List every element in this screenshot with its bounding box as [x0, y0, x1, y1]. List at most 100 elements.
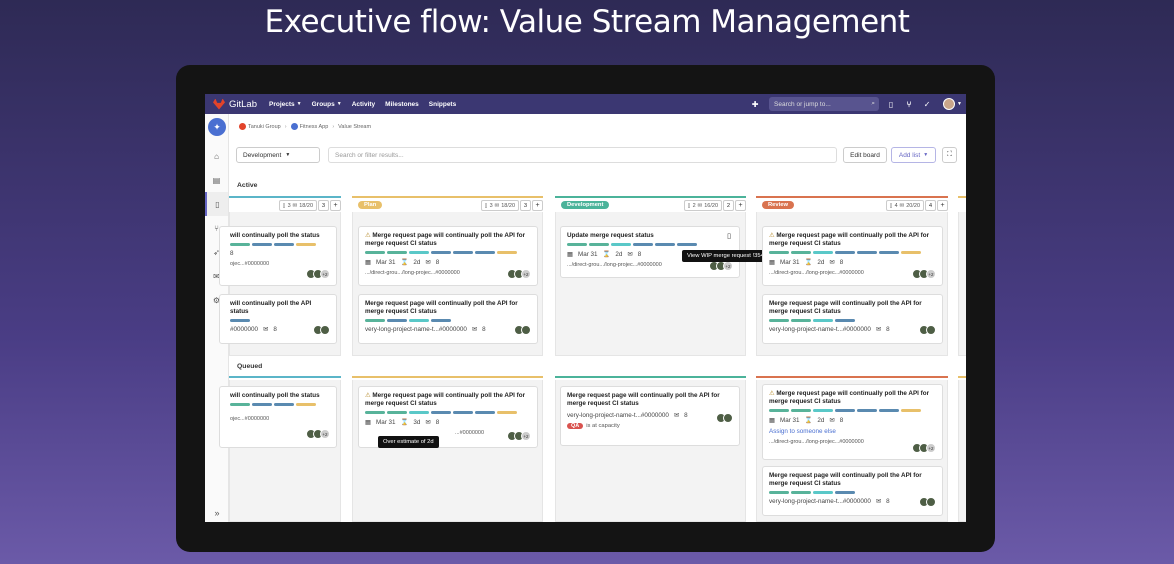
- column-header-plan: Plan ▯ 3 ✉ 18/20 3 +: [352, 196, 543, 212]
- column-count: 2: [723, 200, 734, 211]
- issue-card[interactable]: will continually poll the API status #00…: [219, 294, 337, 344]
- search-input[interactable]: Search or jump to... ⌕: [769, 97, 880, 111]
- avatar: [926, 325, 936, 335]
- issue-card[interactable]: Merge request page will continually poll…: [560, 386, 740, 446]
- estimate-tooltip: Over estimate of 2d: [378, 436, 439, 448]
- comment-icon: ✉: [471, 326, 478, 333]
- issue-card[interactable]: ⚠ Merge request page will continually po…: [762, 226, 943, 286]
- calendar-icon: ▦: [365, 258, 371, 266]
- column-count: 4: [925, 200, 936, 211]
- chevron-down-icon: ▼: [285, 152, 291, 158]
- add-issue-button[interactable]: +: [532, 200, 543, 211]
- search-icon: ⌕: [871, 100, 876, 107]
- plus-icon[interactable]: ✚: [749, 98, 761, 110]
- nav-snippets[interactable]: Snippets: [429, 101, 456, 108]
- breadcrumb-project[interactable]: Fitness App: [300, 124, 329, 130]
- column-header-partial: [958, 196, 966, 212]
- issue-card[interactable]: will continually poll the status 8 ojec.…: [219, 226, 337, 286]
- breadcrumb-current[interactable]: Value Stream: [338, 124, 371, 130]
- todo-icon[interactable]: ✓: [921, 98, 933, 110]
- issue-card[interactable]: Merge request page will continually poll…: [762, 294, 943, 344]
- group-avatar: [239, 123, 246, 130]
- add-issue-button[interactable]: +: [937, 200, 948, 211]
- tanuki-icon: [213, 98, 225, 110]
- chevron-down-icon: ▼: [957, 101, 962, 107]
- column-stats: ▯ 3 ✉ 18/20: [480, 200, 519, 211]
- comment-icon: ✉: [425, 418, 431, 426]
- top-navbar: GitLab Projects ▼ Groups ▼ Activity Milest…: [205, 94, 966, 114]
- column-body: [958, 212, 966, 356]
- merge-request-icon[interactable]: ▯: [727, 232, 731, 240]
- fullscreen-button[interactable]: ⛶: [942, 147, 957, 163]
- nav-activity[interactable]: Activity: [352, 101, 375, 108]
- column-stats: ▯ 2 ✉ 16/20: [683, 200, 722, 211]
- column-stats: ▯ 3 ✉ 18/20: [278, 200, 317, 211]
- filter-input[interactable]: Search or filter results...: [328, 147, 837, 163]
- comment-icon: ✉: [263, 326, 269, 333]
- avatar-more: +2: [926, 443, 936, 453]
- app-screen: GitLab Projects ▼ Groups ▼ Activity Milest…: [205, 94, 966, 522]
- chevron-down-icon: ▼: [336, 101, 342, 107]
- comment-icon: ✉: [425, 258, 431, 266]
- column-header-development: Development ▯ 2 ✉ 16/20 2 +: [555, 196, 746, 212]
- avatar-more: +2: [521, 431, 531, 441]
- nav-groups[interactable]: Groups ▼: [312, 101, 342, 108]
- issue-card[interactable]: will continually poll the status ojec...…: [219, 386, 337, 448]
- chevron-down-icon: ▼: [296, 101, 302, 107]
- board-select[interactable]: Development ▼: [236, 147, 320, 163]
- avatar-more: +2: [926, 269, 936, 279]
- project-avatar[interactable]: ✦: [208, 118, 226, 136]
- add-list-button[interactable]: Add list ▼: [891, 147, 936, 163]
- column-label: Plan: [358, 201, 383, 209]
- collapse-sidebar-icon[interactable]: »: [205, 508, 229, 518]
- column-count: 3: [318, 200, 329, 211]
- add-issue-button[interactable]: +: [735, 200, 746, 211]
- comment-icon: ✉: [829, 416, 835, 424]
- issue-card[interactable]: Merge request page will continually poll…: [762, 466, 943, 516]
- comment-icon: ✉: [673, 412, 680, 419]
- comment-icon: ✉: [875, 498, 882, 505]
- column-label: Review: [762, 201, 794, 209]
- nav-projects[interactable]: Projects ▼: [269, 101, 302, 108]
- gitlab-logo[interactable]: GitLab: [213, 98, 257, 110]
- section-active: Active: [237, 182, 258, 189]
- hourglass-icon: ⌛: [804, 417, 813, 424]
- issues-icon[interactable]: ▯: [885, 98, 897, 110]
- wip-tooltip: View WIP merge request !3543: [682, 250, 773, 262]
- avatar-more: +2: [521, 269, 531, 279]
- hourglass-icon: ⌛: [602, 251, 611, 258]
- avatar-more: +2: [320, 269, 330, 279]
- column-label: Development: [561, 201, 610, 209]
- issue-card[interactable]: ⚠ Merge request page will continually po…: [358, 226, 538, 286]
- breadcrumb: Tanuki Group › Fitness App › Value Strea…: [239, 123, 371, 130]
- avatar: [723, 413, 733, 423]
- avatar: [320, 325, 330, 335]
- breadcrumb-group[interactable]: Tanuki Group: [248, 124, 281, 130]
- avatar-more: +2: [320, 429, 330, 439]
- user-avatar[interactable]: [943, 98, 956, 110]
- issue-card[interactable]: Merge request page will continually poll…: [358, 294, 538, 344]
- hourglass-icon: ⌛: [400, 259, 409, 266]
- nav-milestones[interactable]: Milestones: [385, 101, 419, 108]
- headline: Executive flow: Value Stream Management: [264, 4, 910, 40]
- brand-name: GitLab: [229, 98, 257, 110]
- column-header: ▯ 3 ✉ 18/20 3 +: [229, 196, 341, 212]
- assign-link[interactable]: Assign to someone else: [769, 428, 936, 435]
- column-count: 3: [520, 200, 531, 211]
- section-queued: Queued: [237, 363, 263, 370]
- home-icon[interactable]: ⌂: [205, 144, 228, 168]
- hourglass-icon: ⌛: [804, 259, 813, 266]
- comment-icon: ✉: [875, 326, 882, 333]
- chevron-down-icon: ▼: [923, 152, 929, 158]
- expand-icon: ⛶: [947, 151, 952, 158]
- repository-icon[interactable]: ▤: [205, 168, 228, 192]
- avatar: [521, 325, 531, 335]
- edit-board-button[interactable]: Edit board: [843, 147, 887, 163]
- merge-request-icon[interactable]: ⑂: [903, 98, 915, 110]
- project-avatar: [290, 123, 298, 130]
- issue-card[interactable]: ⚠ Merge request page will continually po…: [762, 384, 943, 460]
- add-issue-button[interactable]: +: [330, 200, 341, 211]
- issues-icon[interactable]: ▯: [205, 192, 228, 216]
- column-header-review: Review ▯ 4 ✉ 20/20 4 +: [756, 196, 948, 212]
- avatar: [926, 497, 936, 507]
